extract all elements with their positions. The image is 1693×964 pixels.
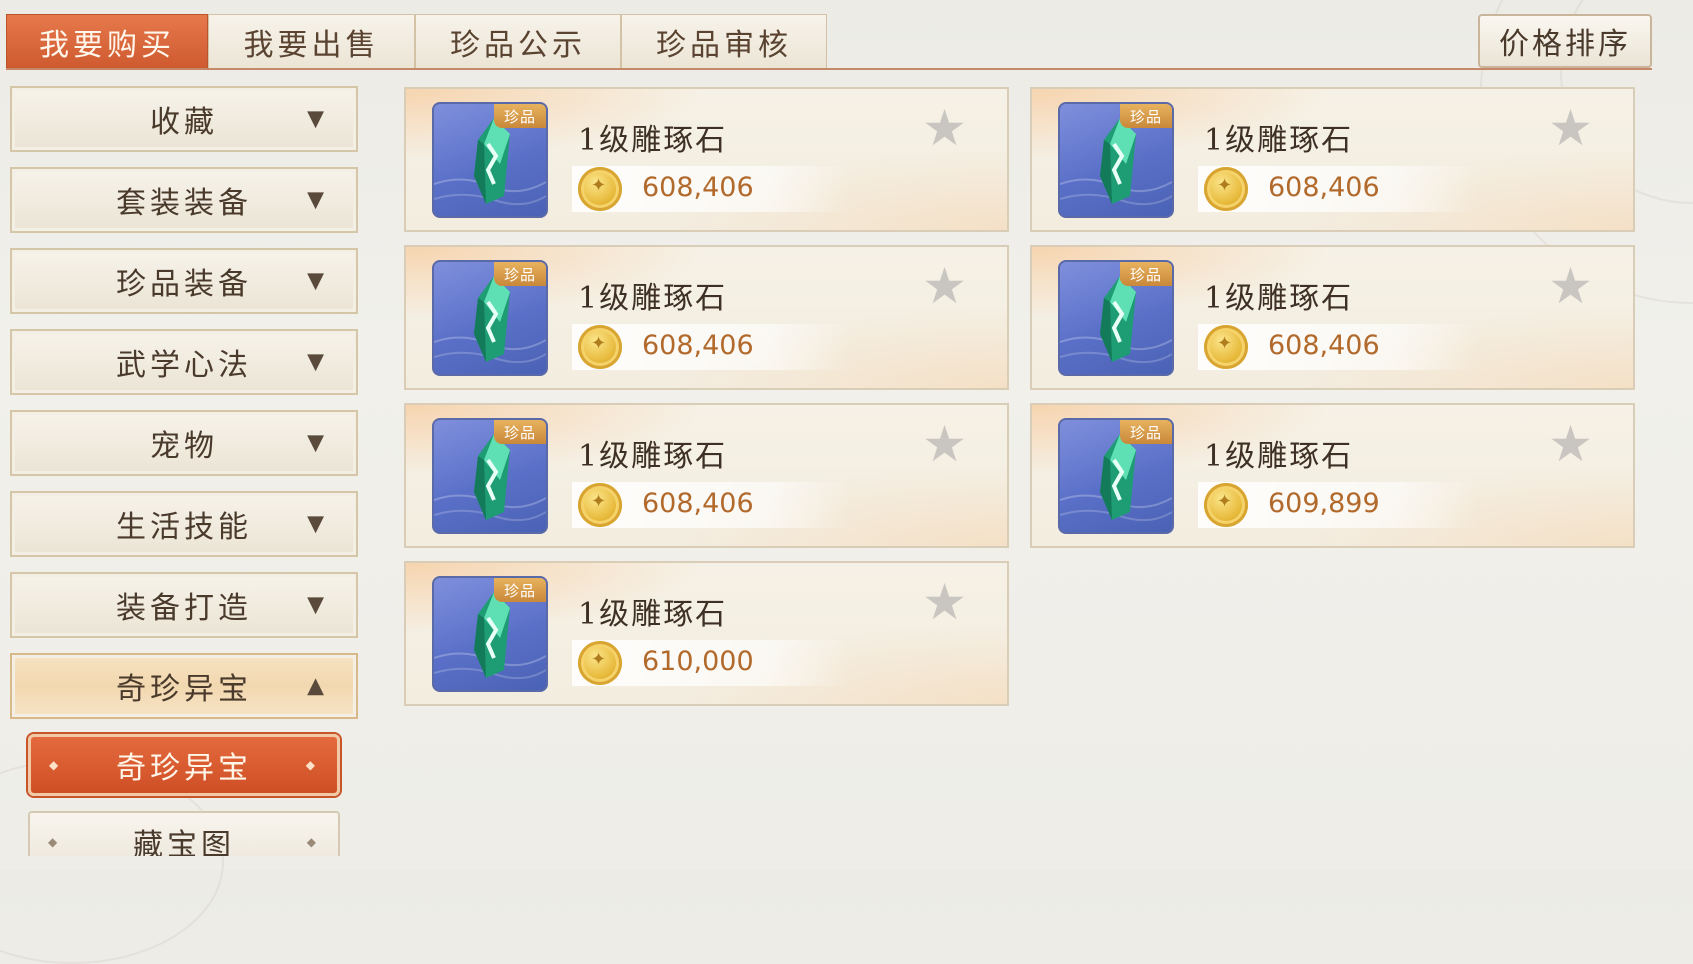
category-label: 武学心法	[116, 348, 252, 383]
category-label: 奇珍异宝	[116, 672, 252, 707]
gem-icon: 珍品	[432, 260, 548, 376]
chevron-down-icon: ▼	[307, 511, 328, 537]
gold-coin-icon	[1204, 167, 1248, 211]
treasure-badge: 珍品	[494, 262, 546, 286]
chevron-down-icon: ▼	[307, 430, 328, 456]
favorite-star-icon[interactable]: ★	[922, 103, 967, 153]
chevron-up-icon: ▲	[307, 673, 328, 699]
price-bar: 608,406	[572, 166, 852, 212]
treasure-badge: 珍品	[1120, 420, 1172, 444]
item-name: 1级雕琢石	[1204, 281, 1354, 316]
category-equipment-crafting[interactable]: 装备打造 ▼	[10, 572, 358, 638]
treasure-badge: 珍品	[1120, 104, 1172, 128]
item-price: 608,406	[1268, 172, 1380, 203]
category-label: 珍品装备	[116, 267, 252, 302]
category-label: 收藏	[150, 105, 218, 140]
category-pets[interactable]: 宠物 ▼	[10, 410, 358, 476]
diamond-icon: ◆	[48, 835, 62, 849]
item-price: 608,406	[642, 488, 754, 519]
gem-icon: 珍品	[1058, 418, 1174, 534]
chevron-down-icon: ▼	[307, 187, 328, 213]
chevron-down-icon: ▼	[307, 268, 328, 294]
tab-bar: 我要购买 我要出售 珍品公示 珍品审核	[6, 14, 1652, 70]
category-rare-treasures[interactable]: 奇珍异宝 ▲	[10, 653, 358, 719]
price-bar: 608,406	[1198, 324, 1478, 370]
gem-icon: 珍品	[432, 102, 548, 218]
price-bar: 608,406	[572, 324, 852, 370]
price-bar: 608,406	[1198, 166, 1478, 212]
subcategory-label: 奇珍异宝	[116, 751, 252, 786]
item-card[interactable]: 珍品 1级雕琢石 608,406 ★	[404, 245, 1009, 390]
price-bar: 609,899	[1198, 482, 1478, 528]
item-name: 1级雕琢石	[578, 281, 728, 316]
category-favorites[interactable]: 收藏 ▼	[10, 86, 358, 152]
favorite-star-icon[interactable]: ★	[922, 419, 967, 469]
category-set-equipment[interactable]: 套装装备 ▼	[10, 167, 358, 233]
gem-icon: 珍品	[432, 418, 548, 534]
category-martial-arts[interactable]: 武学心法 ▼	[10, 329, 358, 395]
tab-treasure-public[interactable]: 珍品公示	[415, 14, 621, 68]
item-card[interactable]: 珍品 1级雕琢石 608,406 ★	[1030, 87, 1635, 232]
item-price: 608,406	[1268, 330, 1380, 361]
chevron-down-icon: ▼	[307, 349, 328, 375]
favorite-star-icon[interactable]: ★	[1548, 419, 1593, 469]
favorite-star-icon[interactable]: ★	[922, 261, 967, 311]
gold-coin-icon	[578, 641, 622, 685]
item-price: 610,000	[642, 646, 754, 677]
item-name: 1级雕琢石	[578, 123, 728, 158]
gold-coin-icon	[578, 167, 622, 211]
gold-coin-icon	[1204, 483, 1248, 527]
subcategory-treasure-map[interactable]: ◆ 藏宝图 ◆	[28, 811, 340, 856]
item-price: 609,899	[1268, 488, 1380, 519]
category-label: 生活技能	[116, 510, 252, 545]
item-card[interactable]: 珍品 1级雕琢石 608,406 ★	[404, 403, 1009, 548]
category-sidebar: 收藏 ▼ 套装装备 ▼ 珍品装备 ▼ 武学心法 ▼ 宠物 ▼ 生活技能 ▼ 装备打造 ▼ 奇珍…	[10, 86, 358, 856]
category-treasure-equipment[interactable]: 珍品装备 ▼	[10, 248, 358, 314]
tab-buy[interactable]: 我要购买	[6, 14, 208, 68]
gold-coin-icon	[578, 325, 622, 369]
price-bar: 608,406	[572, 482, 852, 528]
item-name: 1级雕琢石	[1204, 123, 1354, 158]
item-price: 608,406	[642, 330, 754, 361]
favorite-star-icon[interactable]: ★	[922, 577, 967, 627]
favorite-star-icon[interactable]: ★	[1548, 103, 1593, 153]
category-label: 套装装备	[116, 186, 252, 221]
subcategory-rare-treasures[interactable]: ◆ 奇珍异宝 ◆	[28, 734, 340, 796]
diamond-icon: ◆	[306, 835, 320, 849]
treasure-badge: 珍品	[494, 578, 546, 602]
treasure-badge: 珍品	[494, 104, 546, 128]
item-name: 1级雕琢石	[1204, 439, 1354, 474]
chevron-down-icon: ▼	[307, 592, 328, 618]
diamond-icon: ◆	[305, 758, 319, 772]
treasure-badge: 珍品	[1120, 262, 1172, 286]
item-card[interactable]: 珍品 1级雕琢石 610,000 ★	[404, 561, 1009, 706]
tab-sell[interactable]: 我要出售	[208, 14, 415, 68]
treasure-badge: 珍品	[494, 420, 546, 444]
item-card[interactable]: 珍品 1级雕琢石 608,406 ★	[404, 87, 1009, 232]
diamond-icon: ◆	[49, 758, 63, 772]
item-name: 1级雕琢石	[578, 597, 728, 632]
tab-treasure-review[interactable]: 珍品审核	[621, 14, 827, 68]
price-bar: 610,000	[572, 640, 852, 686]
subcategory-label: 藏宝图	[133, 828, 235, 856]
gem-icon: 珍品	[1058, 260, 1174, 376]
category-label: 装备打造	[116, 591, 252, 626]
favorite-star-icon[interactable]: ★	[1548, 261, 1593, 311]
category-label: 宠物	[150, 429, 218, 464]
item-price: 608,406	[642, 172, 754, 203]
chevron-down-icon: ▼	[307, 106, 328, 132]
item-card[interactable]: 珍品 1级雕琢石 609,899 ★	[1030, 403, 1635, 548]
category-life-skills[interactable]: 生活技能 ▼	[10, 491, 358, 557]
gem-icon: 珍品	[1058, 102, 1174, 218]
item-name: 1级雕琢石	[578, 439, 728, 474]
gem-icon: 珍品	[432, 576, 548, 692]
price-sort-button[interactable]: 价格排序	[1478, 14, 1652, 68]
gold-coin-icon	[1204, 325, 1248, 369]
gold-coin-icon	[578, 483, 622, 527]
item-card[interactable]: 珍品 1级雕琢石 608,406 ★	[1030, 245, 1635, 390]
